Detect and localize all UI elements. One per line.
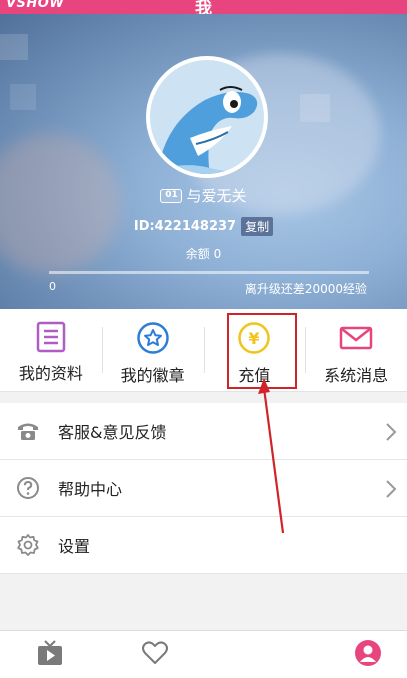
profile-doc-icon bbox=[36, 321, 66, 353]
recharge-label: 充值 bbox=[238, 366, 271, 385]
profile-header: 01 与爱无关 ID:422148237 复制 余额 0 0 离升级还差2000… bbox=[0, 14, 407, 309]
help-icon bbox=[16, 476, 40, 500]
phone-icon bbox=[16, 419, 40, 443]
menu-item-help[interactable]: 帮助中心 bbox=[0, 460, 407, 517]
copy-id-button[interactable]: 复制 bbox=[241, 217, 274, 236]
tab-live[interactable] bbox=[36, 639, 64, 671]
menu-item-feedback-label: 客服&意见反馈 bbox=[58, 423, 167, 442]
heart-icon bbox=[142, 641, 168, 664]
menu-item-settings[interactable]: 设置 bbox=[0, 517, 407, 574]
tab-follow[interactable] bbox=[141, 639, 169, 671]
user-icon bbox=[355, 640, 381, 666]
recharge-button[interactable]: ¥ 充值 bbox=[203, 309, 306, 391]
my-badges-label: 我的徽章 bbox=[120, 366, 185, 385]
bottom-nav bbox=[0, 630, 407, 678]
user-id: ID:422148237 bbox=[133, 219, 237, 234]
id-row: ID:422148237 复制 bbox=[0, 217, 407, 236]
settings-gear-icon bbox=[16, 533, 40, 557]
menu-item-feedback[interactable]: 客服&意见反馈 bbox=[0, 403, 407, 460]
nickname: 与爱无关 bbox=[186, 187, 247, 205]
tv-play-icon bbox=[38, 640, 62, 665]
background-pixel bbox=[0, 34, 28, 60]
chevron-right-icon bbox=[386, 480, 397, 498]
badge-star-icon bbox=[136, 322, 169, 354]
svg-text:¥: ¥ bbox=[249, 329, 260, 348]
menu-list: 客服&意见反馈 帮助中心 设置 bbox=[0, 403, 407, 574]
my-profile-button[interactable]: 我的资料 bbox=[0, 309, 102, 391]
nickname-row: 01 与爱无关 bbox=[0, 185, 407, 206]
level-progress-bar bbox=[49, 271, 369, 274]
dolphin-avatar-icon bbox=[150, 60, 264, 174]
avatar[interactable] bbox=[146, 56, 268, 178]
level-badge: 01 bbox=[160, 188, 183, 203]
system-messages-label: 系统消息 bbox=[324, 366, 389, 385]
chevron-right-icon bbox=[386, 423, 397, 441]
background-pixel bbox=[10, 84, 36, 110]
background-pixel bbox=[300, 94, 330, 122]
progress-remaining: 离升级还差20000经验 bbox=[244, 282, 367, 296]
menu-item-settings-label: 设置 bbox=[58, 537, 91, 556]
mail-icon bbox=[339, 326, 373, 350]
menu-item-help-label: 帮助中心 bbox=[58, 480, 123, 499]
yen-coin-icon: ¥ bbox=[238, 322, 271, 354]
my-badges-button[interactable]: 我的徽章 bbox=[101, 309, 204, 391]
balance: 余额 0 bbox=[185, 247, 222, 261]
top-bar: VSHOW 我 bbox=[0, 0, 407, 19]
my-profile-label: 我的资料 bbox=[18, 364, 83, 383]
system-messages-button[interactable]: 系统消息 bbox=[305, 309, 407, 391]
progress-current: 0 bbox=[49, 280, 56, 293]
function-row: 我的资料 我的徽章 ¥ 充值 系统消息 bbox=[0, 309, 407, 392]
tab-me[interactable] bbox=[354, 639, 382, 671]
